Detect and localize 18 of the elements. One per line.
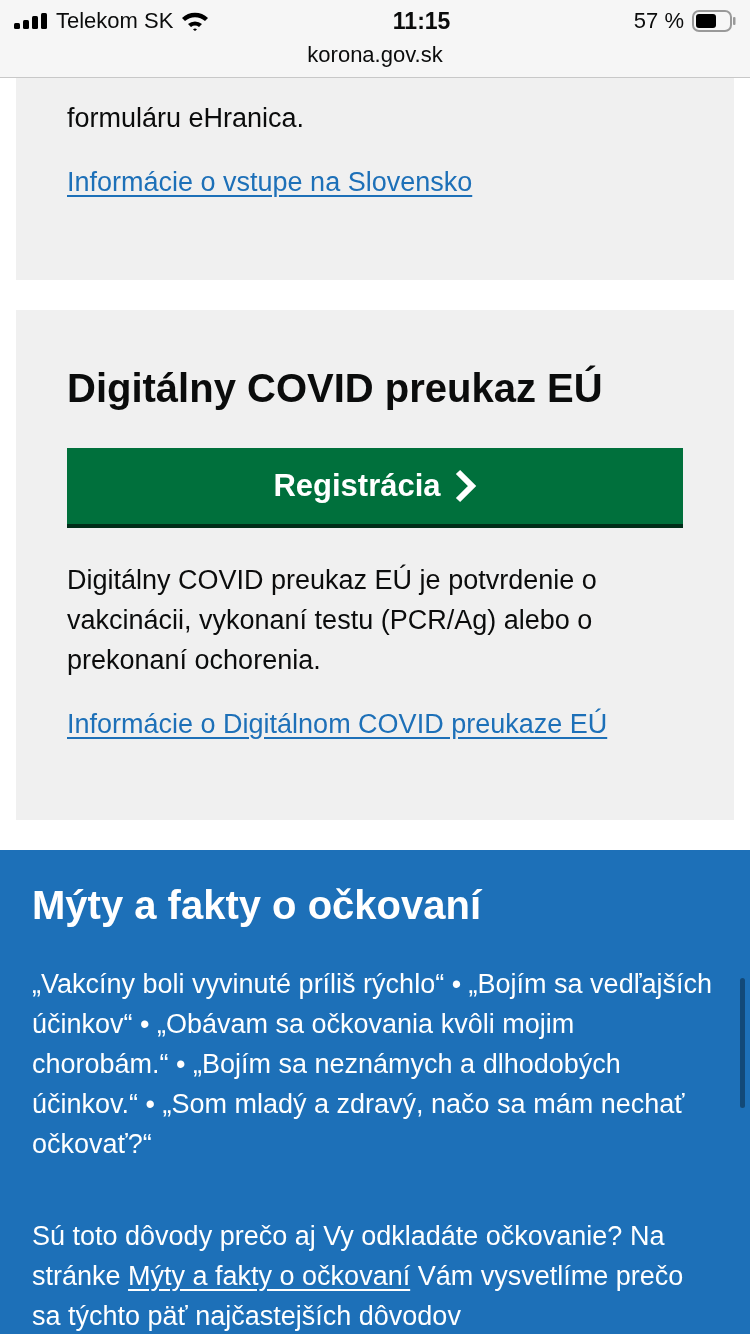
section-title: Mýty a fakty o očkovaní — [32, 882, 483, 929]
card-text: formuláru eHranica. — [67, 102, 306, 135]
wifi-icon — [181, 11, 210, 31]
chevron-right-icon — [454, 469, 477, 503]
clock-time: 11:15 — [392, 7, 451, 36]
address-url[interactable]: korona.gov.sk — [0, 42, 750, 68]
info-link[interactable]: Informácie o Digitálnom COVID preukaze EÚ — [67, 704, 608, 744]
battery-percent: 57 % — [633, 7, 684, 35]
myths-link[interactable]: Mýty a fakty o očkovaní — [128, 1261, 411, 1291]
signal-icon — [14, 13, 48, 29]
card-title: Digitálny COVID preukaz EÚ — [67, 364, 604, 412]
registration-button[interactable]: Registrácia — [67, 448, 683, 528]
quotes-text: „Vakcíny boli vyvinuté príliš rýchlo“ • „Bojím sa vedľajších účinkov“ • „Obávam sa očkovania kvôli mojim chorobám.“ • „Bojím sa neznámych a dlhodobých účinkov.“ • „Som mladý a zdravý, načo sa mám nechať očkovať?“ — [32, 968, 714, 1161]
carrier-name: Telekom SK — [56, 7, 174, 35]
battery-icon — [692, 10, 736, 32]
card-text: Digitálny COVID preukaz EÚ je potvrdenie o vakcinácii, vykonaní testu (PCR/Ag) alebo o prekonaní ochorenia. — [67, 563, 598, 677]
info-link[interactable]: Informácie o vstupe na Slovensko — [67, 162, 473, 202]
section-text: Sú toto dôvody prečo aj Vy odkladáte očkovanie? Na stránke Mýty a fakty o očkovaní Vám vysvetlíme prečo sa týchto päť najčastejších dôvodov — [32, 1220, 685, 1333]
